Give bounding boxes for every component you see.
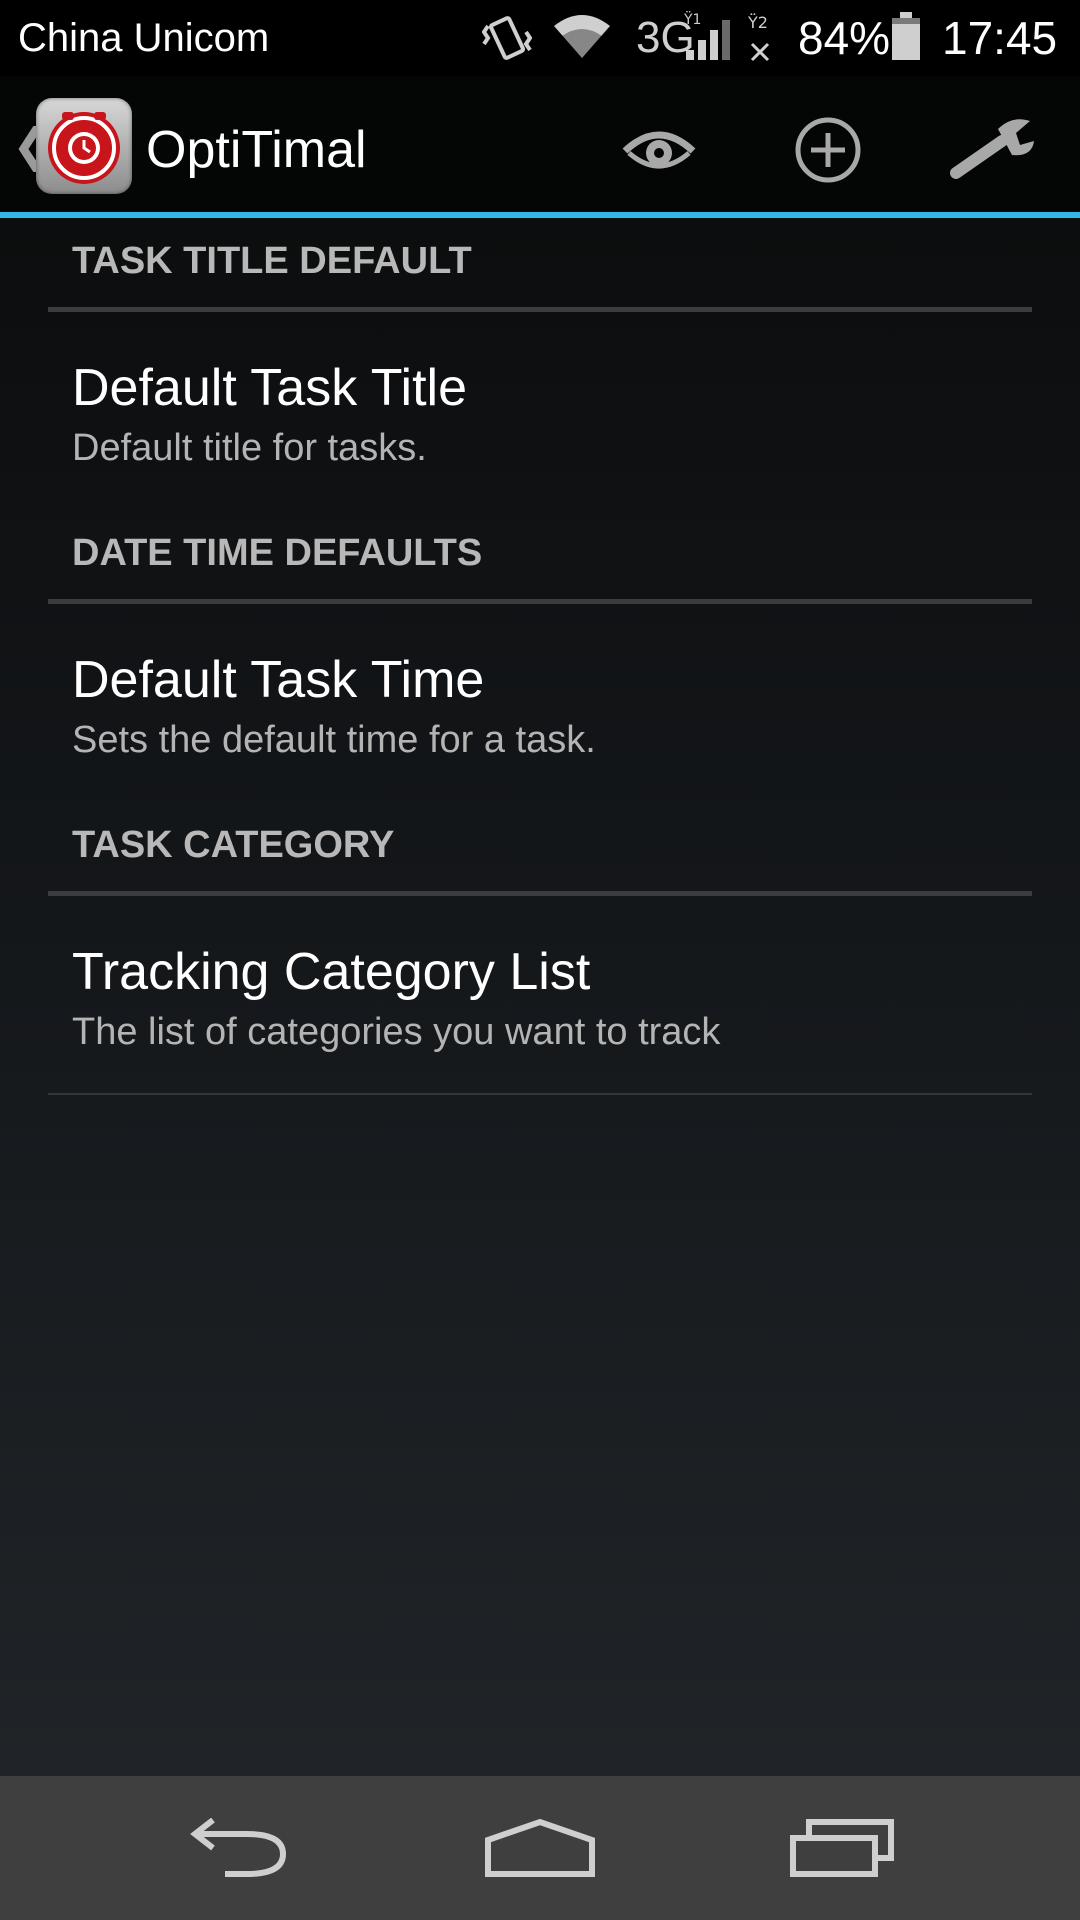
optitimal-alarm-clock-icon [36, 98, 132, 194]
battery-icon [892, 12, 920, 60]
pref-tracking-category-list[interactable]: Tracking Category List The list of categ… [48, 896, 1032, 1094]
category-title: TASK CATEGORY [72, 824, 395, 866]
up-navigation-button[interactable]: ❮ [0, 88, 140, 204]
back-button[interactable] [140, 1776, 340, 1920]
carrier-name: China Unicom [18, 16, 270, 60]
clock: 17:45 [942, 12, 1058, 64]
back-icon [190, 1818, 287, 1877]
svg-text:Ÿ2: Ÿ2 [747, 13, 768, 32]
home-button[interactable] [440, 1776, 640, 1920]
home-icon [485, 1818, 595, 1877]
pref-default-task-time[interactable]: Default Task Time Sets the default time … [48, 604, 1032, 802]
view-button[interactable] [604, 100, 714, 200]
wifi-icon [554, 15, 610, 58]
add-button[interactable] [773, 100, 883, 200]
pref-summary: The list of categories you want to track [72, 1011, 721, 1053]
category-title: TASK TITLE DEFAULT [72, 240, 472, 282]
screen: China Unicom 3G Ÿ1 Ÿ2 84% 17:45 ❮ OptiTi… [0, 0, 1080, 1920]
preferences-list: TASK TITLE DEFAULT Default Task Title De… [0, 218, 1080, 1776]
list-divider [48, 1093, 1032, 1095]
pref-title: Default Task Time [72, 651, 485, 709]
navigation-bar [0, 1776, 1080, 1920]
eye-icon [622, 131, 696, 169]
recent-apps-button[interactable] [742, 1776, 942, 1920]
category-title: DATE TIME DEFAULTS [72, 532, 483, 574]
pref-summary: Sets the default time for a task. [72, 719, 596, 761]
settings-button[interactable] [940, 100, 1050, 200]
category-header-date-time-defaults: DATE TIME DEFAULTS [48, 510, 1032, 604]
pref-title: Tracking Category List [72, 943, 591, 1001]
app-title: OptiTimal [146, 121, 367, 179]
status-bar: China Unicom 3G Ÿ1 Ÿ2 84% 17:45 [0, 0, 1080, 76]
pref-default-task-title[interactable]: Default Task Title Default title for tas… [48, 312, 1032, 510]
add-circle-icon [795, 117, 861, 183]
recent-apps-icon [790, 1819, 894, 1877]
signal-3g-sim1-icon: Ÿ1 [683, 10, 730, 60]
category-header-task-category: TASK CATEGORY [48, 802, 1032, 896]
vibrate-icon [482, 16, 532, 60]
pref-title: Default Task Title [72, 359, 468, 417]
svg-text:Ÿ1: Ÿ1 [683, 10, 701, 28]
battery-percent: 84% [798, 12, 891, 64]
pref-summary: Default title for tasks. [72, 427, 427, 469]
wrench-icon [950, 119, 1034, 179]
signal-sim2-no-service-icon: Ÿ2 [747, 13, 770, 62]
category-header-task-title-default: TASK TITLE DEFAULT [48, 218, 1032, 312]
